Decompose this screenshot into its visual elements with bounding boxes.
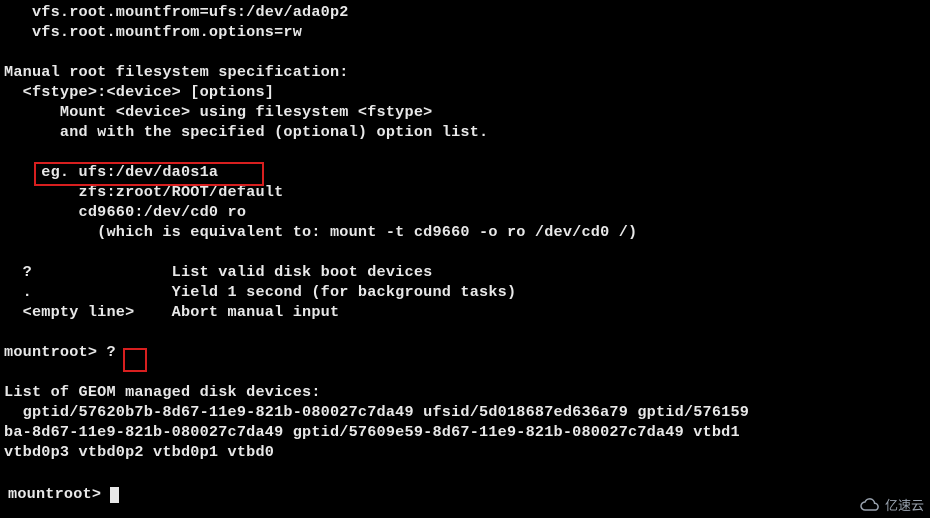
cloud-icon xyxy=(859,498,881,512)
prompt-prefix: mountroot> xyxy=(8,485,110,503)
watermark: 亿速云 xyxy=(859,495,924,514)
cursor-block xyxy=(110,487,119,503)
watermark-text: 亿速云 xyxy=(885,495,924,514)
mountroot-prompt[interactable]: mountroot> xyxy=(4,482,119,504)
terminal-output: vfs.root.mountfrom=ufs:/dev/ada0p2 vfs.r… xyxy=(0,0,930,462)
